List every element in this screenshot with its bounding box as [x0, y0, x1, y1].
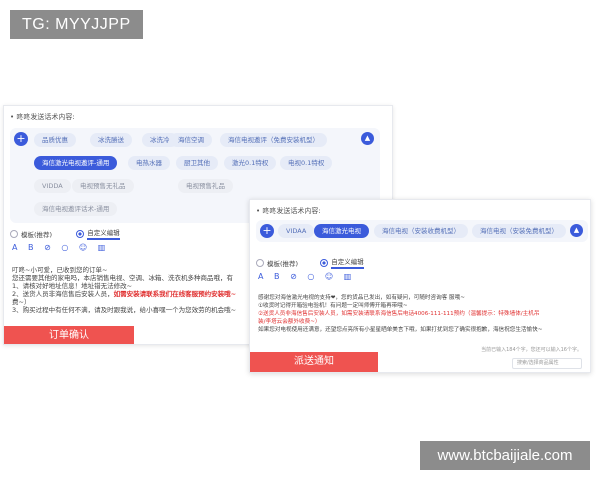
chip-13[interactable]: 海信电视邀评话术-通用	[34, 202, 118, 216]
plus-icon[interactable]: +	[260, 224, 274, 238]
script-content-label: • 咚咚发送话术内容:	[10, 113, 75, 121]
chip-0[interactable]: 品质优惠	[34, 133, 76, 147]
editor-toolbar: A B ⊘ ○ ☺ ▥	[258, 272, 359, 284]
chip-3[interactable]: 海信空调	[170, 133, 212, 147]
link-icon[interactable]: ⊘	[290, 272, 297, 281]
script-chip-area: + ▲ VIDAA 海信激光电视 海信电视（安装收费机型） 海信电视（安装免费机…	[256, 220, 588, 242]
font-color-icon[interactable]: A	[12, 243, 17, 252]
editor-line-0: 感谢您对海信激光电视的支持❤，您的货品已发出，如有疑问，可随时咨询客 服哦~	[258, 295, 465, 301]
editor-line-3: 如果您对电视使用还满意，还望您点亮所有小星星晒单美言下哦，如果打扰到您了确实很抱…	[258, 327, 543, 333]
custom-mode-label[interactable]: 自定义编辑	[87, 227, 120, 240]
chip-tv-paid[interactable]: 海信电视（安装收费机型）	[374, 224, 468, 238]
chip-9[interactable]: 电视0.1特权	[280, 156, 333, 170]
bold-icon[interactable]: B	[28, 243, 34, 252]
edit-mode-tabs: 模板(推荐) 自定义编辑	[10, 227, 120, 240]
custom-mode-label[interactable]: 自定义编辑	[331, 256, 364, 269]
template-radio[interactable]	[256, 258, 264, 267]
editor-toolbar: A B ⊘ ○ ☺ ▥	[12, 243, 113, 255]
link-icon[interactable]: ⊘	[44, 243, 51, 252]
chevron-up-icon[interactable]: ▲	[570, 224, 583, 237]
install-note-red: 如需安装请联系我们在线客服预约安装哦~	[113, 290, 237, 298]
template-mode-label[interactable]: 模板(推荐)	[21, 229, 52, 239]
editor-line-4: 费~）	[12, 298, 31, 306]
edit-mode-tabs: 模板(推荐) 自定义编辑	[256, 256, 364, 269]
circle-icon[interactable]: ○	[61, 243, 68, 252]
delivery-notice-button[interactable]: 派送通知	[250, 352, 378, 372]
chip-6[interactable]: 电热水器	[128, 156, 170, 170]
editor-line-5: 3、购买过程中有任何不满，请及时跟我说，给小喜嘿一个为您效劳的机会哦~	[12, 306, 237, 314]
plus-icon[interactable]: +	[14, 132, 28, 146]
chip-11[interactable]: 电视预售无礼品	[72, 179, 134, 193]
chip-12[interactable]: 电视预售礼品	[178, 179, 233, 193]
chip-5[interactable]: 海信激光电视邀评-通用	[34, 156, 118, 170]
font-color-icon[interactable]: A	[258, 272, 263, 281]
editor-line-2: 装/李塔云会额外收费~）	[258, 319, 321, 325]
editor-line-1: ①收货时记得开箱验电验机！有问题一定叫师傅开箱再带哦~	[258, 303, 408, 309]
editor-line-3: 2、送货人员非海信售后安装人员，如需安装请联系我们在线客服预约安装哦~	[12, 290, 237, 298]
tg-watermark: TG: MYYJJPP	[10, 10, 143, 39]
template-radio[interactable]	[10, 229, 18, 238]
emoji-icon[interactable]: ☺	[79, 243, 87, 252]
chip-8[interactable]: 激光0.1特权	[224, 156, 277, 170]
editor-line-2: 1、请核对好地址信息！地址错无法修改~	[12, 282, 133, 290]
template-mode-label[interactable]: 模板(推荐)	[267, 258, 298, 268]
emoji-icon[interactable]: ☺	[325, 272, 333, 281]
delivery-notice-panel: • 咚咚发送话术内容: + ▲ VIDAA 海信激光电视 海信电视（安装收费机型…	[249, 199, 591, 373]
delete-icon[interactable]: ▥	[344, 272, 352, 281]
chip-7[interactable]: 厨卫其他	[176, 156, 218, 170]
circle-icon[interactable]: ○	[307, 272, 314, 281]
custom-radio[interactable]	[76, 229, 85, 238]
order-confirm-button[interactable]: 订单确认	[4, 326, 134, 344]
chip-1[interactable]: 冰洗勝送	[90, 133, 132, 147]
bold-icon[interactable]: B	[274, 272, 280, 281]
product-attr-select[interactable]: 搜索/选择商品属性	[512, 358, 582, 369]
delete-icon[interactable]: ▥	[98, 243, 106, 252]
chip-vidaa[interactable]: VIDAA	[278, 224, 315, 238]
site-watermark: www.btcbaijiale.com	[420, 441, 590, 470]
editor-line-0: 叮咚~小可爱，已收到您的订单~	[12, 266, 108, 274]
script-content-label: • 咚咚发送话术内容:	[256, 207, 321, 215]
chevron-up-icon[interactable]: ▲	[361, 132, 374, 145]
chip-10[interactable]: VIDDA	[34, 179, 71, 193]
chip-laser-tv[interactable]: 海信激光电视	[314, 224, 369, 238]
chip-4[interactable]: 海信电视邀评（免费安装机型）	[220, 133, 327, 147]
chip-tv-free[interactable]: 海信电视（安装免费机型）	[472, 224, 566, 238]
editor-line-1: 您还需要其他的家电吗，本店销售电视、空调、冰箱、洗衣机多种商品哦，有	[12, 274, 233, 282]
install-note-red: ②送货人员非海信售后安装人员，如需安装请联系海信售后电话4006-111-111…	[258, 311, 540, 317]
custom-radio[interactable]	[320, 258, 329, 267]
char-counter: 当前已输入184个字，您还可以输入16个字。	[481, 347, 582, 353]
